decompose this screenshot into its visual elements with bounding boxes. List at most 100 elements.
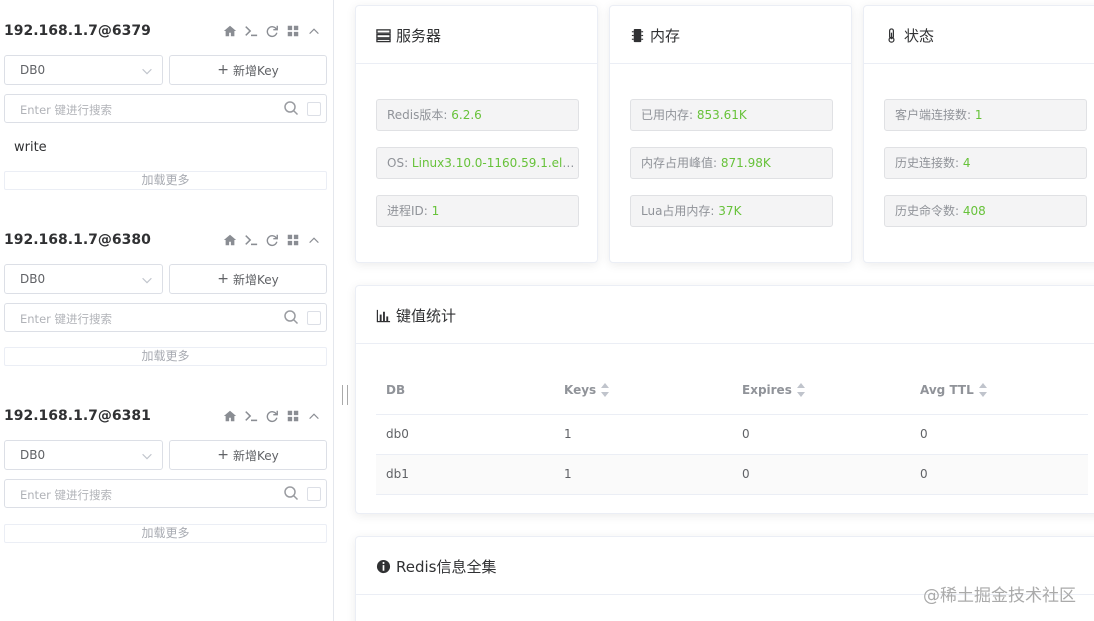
chevron-up-icon[interactable] [306,408,322,424]
load-more-button[interactable]: 加载更多 [4,347,327,366]
key-search-input[interactable]: Enter 键进行搜索 [4,479,327,508]
redis-version-tag: Redis版本: 6.2.6 [376,99,579,131]
refresh-icon[interactable] [264,232,280,248]
peak-memory-tag: 内存占用峰值: 871.98K [630,147,833,179]
tag-label: 客户端连接数: [895,108,975,122]
db-select[interactable]: DB0 [4,55,163,85]
sort-icon[interactable] [978,383,988,397]
tag-label: Redis版本: [387,108,452,122]
tag-value: 4 [962,156,971,170]
refresh-icon[interactable] [264,408,280,424]
used-memory-tag: 已用内存: 853.61K [630,99,833,131]
exact-match-checkbox[interactable] [307,102,321,116]
key-stats-card: 键值统计 DB Keys Expires Avg TTL db0 1 0 0 d… [355,285,1094,514]
column-label: Avg TTL [920,382,974,397]
table-cell: 0 [910,454,1088,495]
column-header-expires[interactable]: Expires [732,366,910,415]
client-connections-tag: 客户端连接数: 1 [884,99,1087,131]
terminal-icon[interactable] [243,23,259,39]
table-cell: 1 [554,454,732,495]
refresh-icon[interactable] [264,23,280,39]
tag-value: 871.98K [720,156,771,170]
connection-header[interactable]: 192.168.1.7@6381 [4,402,328,432]
key-search-input[interactable]: Enter 键进行搜索 [4,303,327,332]
connection-header[interactable]: 192.168.1.7@6379 [4,17,328,47]
table-cell: db1 [376,454,554,495]
memory-title: 内存 [650,27,681,45]
sort-icon[interactable] [796,383,806,397]
tag-value: 37K [718,204,742,218]
card-title: 内存 [630,25,680,46]
table-cell: 0 [732,454,910,495]
key-search-input[interactable]: Enter 键进行搜索 [4,94,327,123]
search-icon[interactable] [283,485,299,501]
card-title: 服务器 [376,25,441,46]
column-label: Keys [564,382,597,397]
plus-icon: + [217,271,229,287]
search-icon[interactable] [283,100,299,116]
connection-title[interactable]: 192.168.1.7@6379 [4,23,151,39]
card-header: 键值统计 [356,286,1094,344]
tag-label: OS: [387,156,412,170]
connection-actions [222,407,322,425]
add-key-label: 新增Key [232,448,279,463]
card-title: 键值统计 [376,305,456,326]
search-placeholder: Enter 键进行搜索 [20,312,113,326]
chevron-up-icon[interactable] [306,23,322,39]
key-list-item[interactable]: write [14,140,47,155]
total-commands-tag: 历史命令数: 408 [884,195,1087,227]
table-cell: 0 [732,414,910,455]
card-header: 内存 [610,6,851,64]
connection-actions [222,231,322,249]
plus-icon: + [217,447,229,463]
add-key-button[interactable]: + 新增Key [169,55,327,85]
status-title: 状态 [904,27,935,45]
grid-icon[interactable] [285,408,301,424]
home-icon[interactable] [222,408,238,424]
add-key-label: 新增Key [232,272,279,287]
exact-match-checkbox[interactable] [307,487,321,501]
terminal-icon[interactable] [243,408,259,424]
add-key-button[interactable]: + 新增Key [169,264,327,294]
load-more-button[interactable]: 加载更多 [4,171,327,190]
db-select[interactable]: DB0 [4,264,163,294]
table-row: db1 1 0 0 [376,454,1088,495]
tag-label: Lua占用内存: [641,204,719,218]
column-header-avg-ttl[interactable]: Avg TTL [910,366,1088,415]
home-icon[interactable] [222,23,238,39]
chevron-down-icon [142,68,152,75]
status-card: 状态 客户端连接数: 1 历史连接数: 4 历史命令数: 408 [863,5,1094,263]
sort-icon[interactable] [601,383,610,397]
search-icon[interactable] [283,309,299,325]
chevron-up-icon[interactable] [306,232,322,248]
table-row: db0 1 0 0 [376,414,1088,455]
connection-title[interactable]: 192.168.1.7@6381 [4,408,151,424]
tag-label: 历史命令数: [895,204,963,218]
add-key-label: 新增Key [232,63,279,78]
terminal-icon[interactable] [243,232,259,248]
home-icon[interactable] [222,232,238,248]
db-select-value: DB0 [20,448,46,462]
connection-title[interactable]: 192.168.1.7@6380 [4,232,151,248]
server-title: 服务器 [396,27,442,45]
grid-icon[interactable] [285,232,301,248]
server-icon [376,29,391,43]
process-id-tag: 进程ID: 1 [376,195,579,227]
add-key-button[interactable]: + 新增Key [169,440,327,470]
chevron-down-icon [142,453,152,460]
db-select-value: DB0 [20,63,46,77]
resize-handle[interactable] [342,385,348,405]
column-header-keys[interactable]: Keys [554,366,732,415]
exact-match-checkbox[interactable] [307,311,321,325]
card-header: 服务器 [356,6,597,64]
connection-header[interactable]: 192.168.1.7@6380 [4,226,328,256]
lua-memory-tag: Lua占用内存: 37K [630,195,833,227]
db-select-value: DB0 [20,272,46,286]
column-header-db: DB [376,366,554,415]
sidebar: 192.168.1.7@6379 DB0 + 新增Key Enter 键进行搜索… [0,0,334,621]
card-title: 状态 [884,25,934,46]
db-select[interactable]: DB0 [4,440,163,470]
os-tag: OS: Linux3.10.0-1160.59.1.el7.x86_64 [376,147,579,179]
load-more-button[interactable]: 加载更多 [4,524,327,543]
grid-icon[interactable] [285,23,301,39]
